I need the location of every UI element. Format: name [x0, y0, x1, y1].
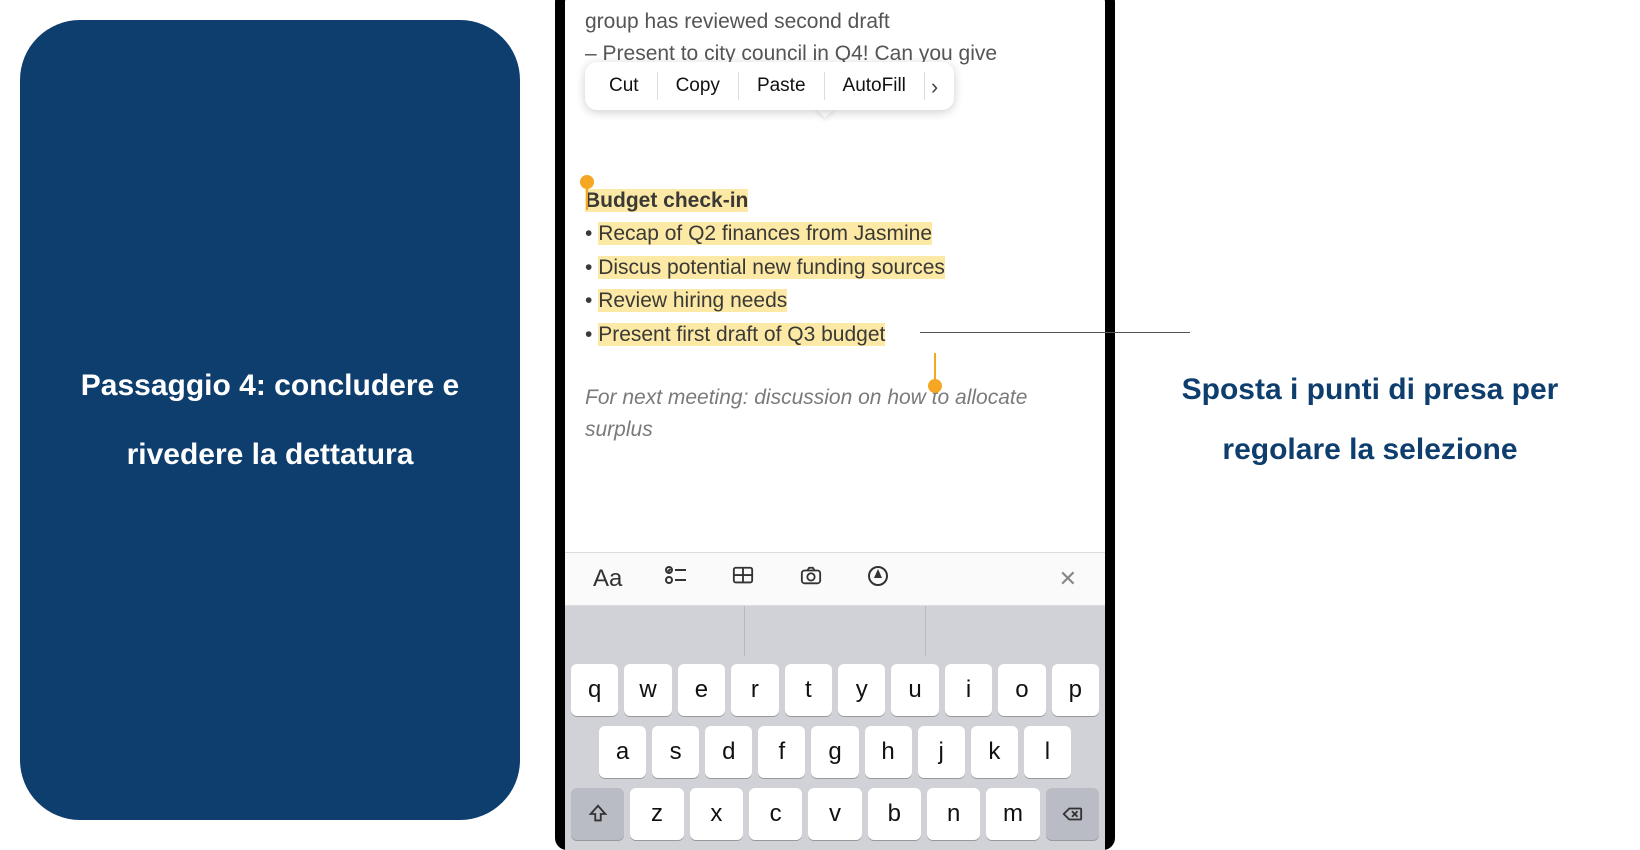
key-q[interactable]: q: [571, 664, 618, 716]
phone-screen: group has reviewed second draft – Presen…: [565, 0, 1105, 850]
suggestion-slot[interactable]: [565, 606, 745, 656]
key-s[interactable]: s: [652, 726, 699, 778]
selection-title: Budget check-in: [585, 189, 748, 212]
selected-text-block[interactable]: Budget check-in Recap of Q2 finances fro…: [585, 185, 1085, 351]
context-menu-copy[interactable]: Copy: [658, 72, 739, 101]
key-o[interactable]: o: [998, 664, 1045, 716]
close-toolbar-icon[interactable]: ✕: [1059, 566, 1077, 592]
markup-icon[interactable]: [866, 564, 890, 595]
left-caption-card: Passaggio 4: concludere e rivedere la de…: [20, 20, 520, 820]
selection-bullet: Recap of Q2 finances from Jasmine: [598, 222, 932, 245]
key-m[interactable]: m: [986, 788, 1039, 840]
onscreen-keyboard: q w e r t y u i o p a s d f g h j k l: [565, 656, 1105, 850]
key-j[interactable]: j: [918, 726, 965, 778]
context-menu-cut[interactable]: Cut: [591, 72, 658, 101]
key-y[interactable]: y: [838, 664, 885, 716]
key-w[interactable]: w: [624, 664, 671, 716]
text-style-icon[interactable]: Aa: [593, 565, 622, 593]
selection-handle-end[interactable]: [934, 353, 936, 381]
notes-format-toolbar: Aa: [565, 552, 1105, 606]
key-x[interactable]: x: [690, 788, 743, 840]
key-f[interactable]: f: [758, 726, 805, 778]
left-caption-text: Passaggio 4: concludere e rivedere la de…: [60, 351, 480, 489]
key-c[interactable]: c: [749, 788, 802, 840]
key-a[interactable]: a: [599, 726, 646, 778]
selection-bullet: Review hiring needs: [598, 289, 787, 312]
key-shift[interactable]: [571, 788, 624, 840]
callout-line: [920, 332, 1190, 333]
text-context-menu: Cut Copy Paste AutoFill ›: [585, 62, 954, 110]
right-caption-card: Sposta i punti di presa per regolare la …: [1120, 20, 1620, 820]
keyboard-row-1: q w e r t y u i o p: [571, 664, 1099, 716]
suggestion-slot[interactable]: [926, 606, 1105, 656]
key-d[interactable]: d: [705, 726, 752, 778]
key-n[interactable]: n: [927, 788, 980, 840]
selection-bullet: Discus potential new funding sources: [598, 256, 945, 279]
phone-frame: group has reviewed second draft – Presen…: [555, 0, 1115, 850]
keyboard-suggestion-bar: [565, 606, 1105, 656]
note-italic-line: For next meeting: discussion on how to a…: [585, 382, 1085, 445]
suggestion-slot[interactable]: [745, 606, 925, 656]
context-menu-more-icon[interactable]: ›: [925, 70, 948, 103]
context-menu-autofill[interactable]: AutoFill: [825, 72, 925, 101]
key-i[interactable]: i: [945, 664, 992, 716]
key-t[interactable]: t: [785, 664, 832, 716]
key-r[interactable]: r: [731, 664, 778, 716]
key-v[interactable]: v: [808, 788, 861, 840]
key-u[interactable]: u: [891, 664, 938, 716]
key-z[interactable]: z: [630, 788, 683, 840]
camera-icon[interactable]: [798, 565, 824, 594]
checklist-icon[interactable]: [664, 564, 688, 595]
key-k[interactable]: k: [971, 726, 1018, 778]
right-caption-text: Sposta i punti di presa per regolare la …: [1160, 360, 1580, 480]
selection-handle-start[interactable]: [580, 175, 594, 189]
note-text-line: group has reviewed second draft: [585, 6, 1085, 38]
key-h[interactable]: h: [865, 726, 912, 778]
key-b[interactable]: b: [868, 788, 921, 840]
key-l[interactable]: l: [1024, 726, 1071, 778]
selection-bullet: Present first draft of Q3 budget: [598, 323, 885, 346]
note-content[interactable]: group has reviewed second draft – Presen…: [565, 0, 1105, 552]
key-backspace[interactable]: [1046, 788, 1099, 840]
context-menu-paste[interactable]: Paste: [739, 72, 825, 101]
keyboard-row-3: z x c v b n m: [571, 788, 1099, 840]
key-g[interactable]: g: [811, 726, 858, 778]
key-p[interactable]: p: [1052, 664, 1099, 716]
key-e[interactable]: e: [678, 664, 725, 716]
table-icon[interactable]: [730, 565, 756, 594]
keyboard-row-2: a s d f g h j k l: [571, 726, 1099, 778]
